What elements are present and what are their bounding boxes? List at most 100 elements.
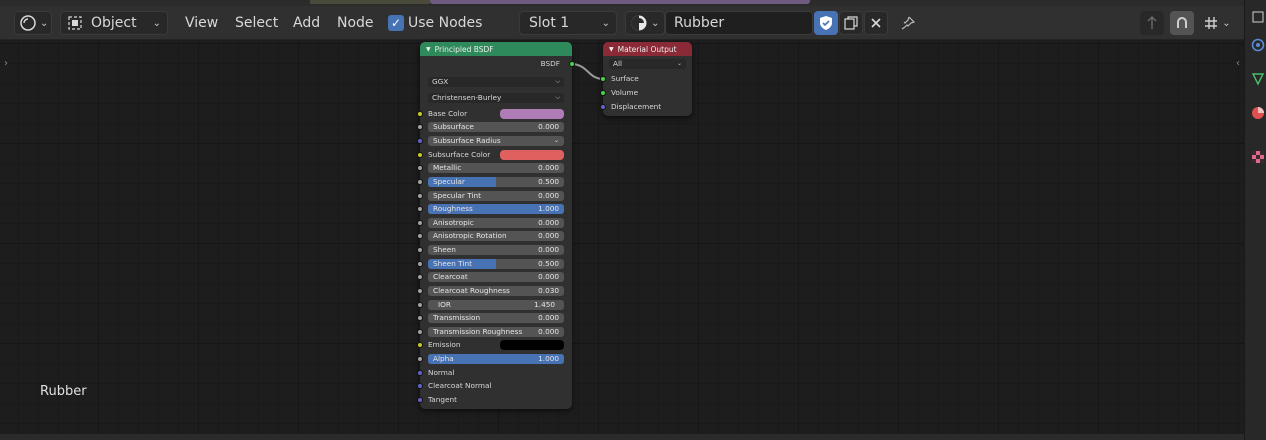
input-base-color[interactable]: Base Color xyxy=(417,108,572,120)
anisotropic-label: Anisotropic xyxy=(433,218,474,227)
material-output-node[interactable]: ▼ Material Output All ⌄ Surface Volume Di… xyxy=(600,42,692,116)
surface-label: Surface xyxy=(611,74,639,83)
input-metallic[interactable]: Metallic 0.000 xyxy=(417,162,572,174)
input-specular-tint[interactable]: Specular Tint 0.000 xyxy=(417,190,572,202)
socket-transmission[interactable] xyxy=(417,315,423,321)
input-alpha[interactable]: Alpha 1.000 xyxy=(417,353,572,365)
input-transmission[interactable]: Transmission 0.000 xyxy=(417,312,572,324)
collapse-icon[interactable]: ▼ xyxy=(426,46,431,53)
roughness-label: Roughness xyxy=(433,204,473,213)
socket-subsurface-color[interactable] xyxy=(417,152,423,158)
emission-label: Emission xyxy=(428,340,461,349)
socket-anisotropic[interactable] xyxy=(417,220,423,226)
node-header[interactable]: ▼ Material Output xyxy=(603,42,692,56)
socket-transmission-roughness[interactable] xyxy=(417,329,423,335)
input-sheen[interactable]: Sheen 0.000 xyxy=(417,244,572,256)
socket-metallic[interactable] xyxy=(417,165,423,171)
clearcoat-normal-label: Clearcoat Normal xyxy=(428,381,492,390)
socket-roughness[interactable] xyxy=(417,206,423,212)
input-emission[interactable]: Emission xyxy=(417,339,572,351)
input-transmission-roughness[interactable]: Transmission Roughness 0.000 xyxy=(417,326,572,338)
input-clearcoat-normal[interactable]: Clearcoat Normal xyxy=(417,380,572,392)
input-clearcoat[interactable]: Clearcoat 0.000 xyxy=(417,271,572,283)
transmission-label: Transmission xyxy=(433,313,481,322)
socket-specular[interactable] xyxy=(417,179,423,185)
input-displacement[interactable]: Displacement xyxy=(600,101,692,113)
input-anisotropic[interactable]: Anisotropic 0.000 xyxy=(417,217,572,229)
ior-value: 1.450 xyxy=(534,300,555,309)
input-volume[interactable]: Volume xyxy=(600,87,692,99)
socket-specular-tint[interactable] xyxy=(417,193,423,199)
subsurface-radius-label: Subsurface Radius xyxy=(433,136,501,145)
socket-subsurface[interactable] xyxy=(417,124,423,130)
transmission-roughness-label: Transmission Roughness xyxy=(433,327,523,336)
input-subsurface-color[interactable]: Subsurface Color xyxy=(417,149,572,161)
principled-bsdf-node[interactable]: ▼ Principled BSDF BSDF GGX ⌵ Christensen-… xyxy=(417,42,575,409)
collapse-icon[interactable]: ▼ xyxy=(609,46,614,53)
input-ior[interactable]: IOR 1.450 xyxy=(417,299,572,311)
socket-emission[interactable] xyxy=(417,342,423,348)
input-sheen-tint[interactable]: Sheen Tint 0.500 xyxy=(417,258,572,270)
subsurface-method-dropdown[interactable]: Christensen-Burley ⌵ xyxy=(420,92,572,104)
sheen-tint-label: Sheen Tint xyxy=(433,259,472,268)
metallic-label: Metallic xyxy=(433,163,462,172)
specular-tint-value: 0.000 xyxy=(538,191,559,200)
socket-bsdf-out[interactable] xyxy=(569,61,575,67)
clearcoat-roughness-value: 0.030 xyxy=(538,286,559,295)
socket-clearcoat-roughness[interactable] xyxy=(417,288,423,294)
anisotropic-rotation-value: 0.000 xyxy=(538,231,559,240)
socket-ior[interactable] xyxy=(417,302,423,308)
subsurface-color-swatch[interactable] xyxy=(500,150,564,160)
specular-value: 0.500 xyxy=(538,177,559,186)
input-subsurface-radius[interactable]: Subsurface Radius ⌄ xyxy=(417,135,572,147)
input-normal[interactable]: Normal xyxy=(417,367,572,379)
base-color-label: Base Color xyxy=(428,109,468,118)
distribution-value: GGX xyxy=(432,77,449,86)
subsurface-label: Subsurface xyxy=(433,122,474,131)
input-subsurface[interactable]: Subsurface 0.000 xyxy=(417,121,572,133)
clearcoat-value: 0.000 xyxy=(538,272,559,281)
ior-label: IOR xyxy=(438,300,451,309)
input-surface[interactable]: Surface xyxy=(600,73,692,85)
distribution-dropdown[interactable]: GGX ⌵ xyxy=(420,76,572,88)
normal-label: Normal xyxy=(428,368,455,377)
chevron-down-icon: ⌵ xyxy=(555,94,560,101)
socket-displacement[interactable] xyxy=(600,104,606,110)
input-clearcoat-roughness[interactable]: Clearcoat Roughness 0.030 xyxy=(417,285,572,297)
subsurface-value: 0.000 xyxy=(538,122,559,131)
socket-clearcoat[interactable] xyxy=(417,274,423,280)
node-header[interactable]: ▼ Principled BSDF xyxy=(420,42,572,56)
transmission-roughness-value: 0.000 xyxy=(538,327,559,336)
metallic-value: 0.000 xyxy=(538,163,559,172)
base-color-swatch[interactable] xyxy=(500,109,564,119)
socket-anisotropic-rotation[interactable] xyxy=(417,233,423,239)
socket-volume[interactable] xyxy=(600,90,606,96)
chevron-down-icon: ⌄ xyxy=(676,60,682,67)
socket-sheen-tint[interactable] xyxy=(417,261,423,267)
socket-sheen[interactable] xyxy=(417,247,423,253)
socket-tangent[interactable] xyxy=(417,397,423,403)
node-title: Material Output xyxy=(617,44,677,54)
emission-color-swatch[interactable] xyxy=(500,340,564,350)
socket-normal[interactable] xyxy=(417,370,423,376)
socket-subsurface-radius[interactable] xyxy=(417,138,423,144)
subsurface-method-value: Christensen-Burley xyxy=(432,93,502,102)
input-tangent[interactable]: Tangent xyxy=(417,394,572,406)
input-specular[interactable]: Specular 0.500 xyxy=(417,176,572,188)
bsdf-to-surface-link xyxy=(570,63,604,80)
specular-tint-label: Specular Tint xyxy=(433,191,481,200)
sheen-tint-value: 0.500 xyxy=(538,259,559,268)
target-dropdown[interactable]: All ⌄ xyxy=(603,58,692,70)
sheen-label: Sheen xyxy=(433,245,456,254)
anisotropic-rotation-label: Anisotropic Rotation xyxy=(433,231,507,240)
input-anisotropic-rotation[interactable]: Anisotropic Rotation 0.000 xyxy=(417,230,572,242)
socket-clearcoat-normal[interactable] xyxy=(417,383,423,389)
roughness-value: 1.000 xyxy=(538,204,559,213)
alpha-label: Alpha xyxy=(433,354,454,363)
tangent-label: Tangent xyxy=(428,395,457,404)
socket-alpha[interactable] xyxy=(417,356,423,362)
input-roughness[interactable]: Roughness 1.000 xyxy=(417,203,572,215)
node-title: Principled BSDF xyxy=(434,44,494,54)
socket-surface[interactable] xyxy=(600,76,606,82)
socket-base-color[interactable] xyxy=(417,111,423,117)
